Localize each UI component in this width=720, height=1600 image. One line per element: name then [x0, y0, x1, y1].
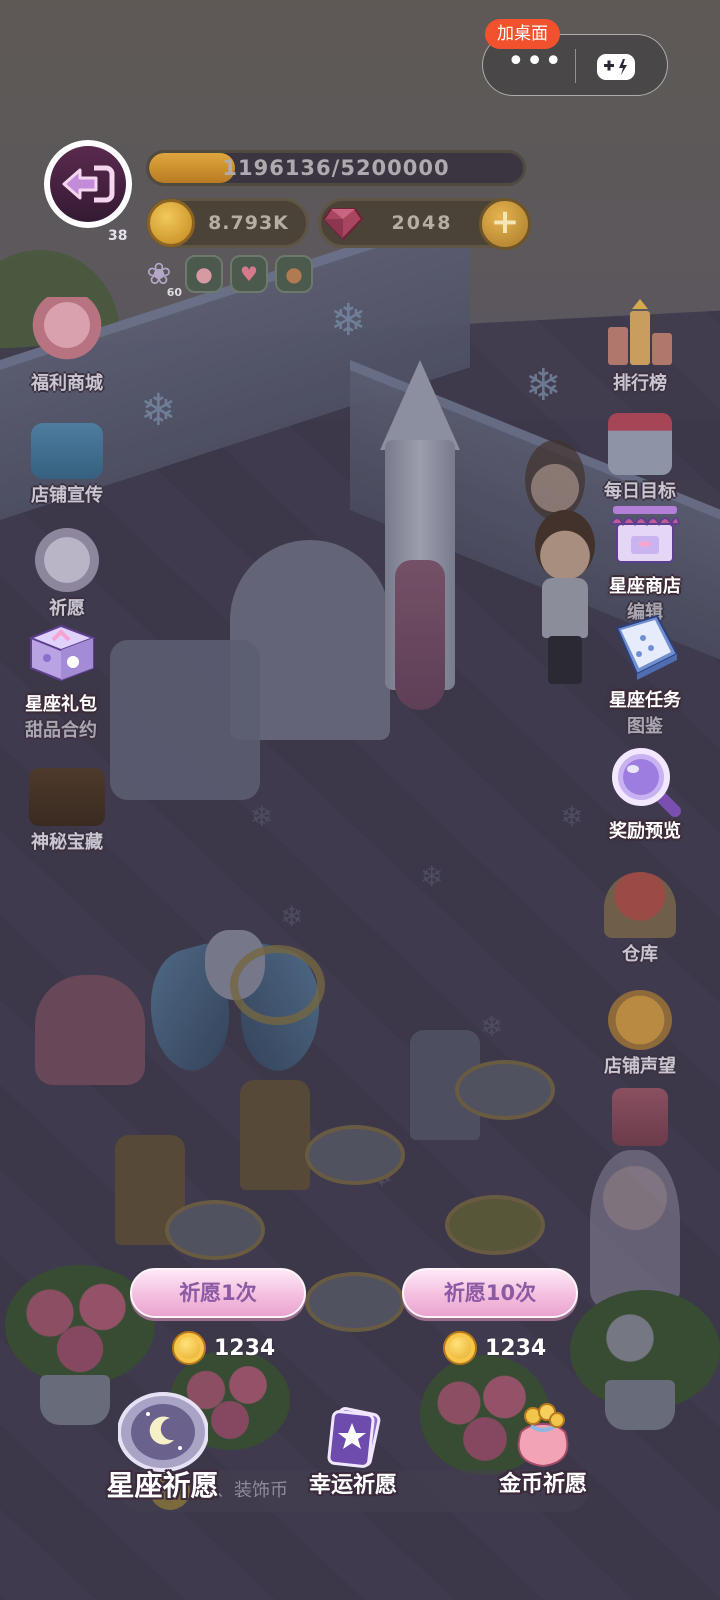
- constellation-orb-icon: [116, 1392, 209, 1472]
- coin-value: 8.793K: [208, 212, 289, 234]
- back-arrow-icon: [50, 146, 126, 222]
- constellation-task-button[interactable]: 星座任务 图鉴: [590, 614, 700, 738]
- lucky-wish-label: 幸运祈愿: [308, 1473, 397, 1498]
- buff-row: ❀ 60 ● ♥ ●: [140, 255, 313, 300]
- wish-label: 祈愿: [49, 598, 85, 619]
- constellation-shop-label: 星座商店: [609, 576, 681, 597]
- shop-reputation-button[interactable]: 店铺声望: [585, 990, 695, 1078]
- coin-wish-label: 金币祈愿: [498, 1472, 587, 1497]
- pig-buff-icon[interactable]: ●: [185, 255, 223, 293]
- leaderboard-button[interactable]: 排行榜: [585, 297, 695, 395]
- gift-ribbon-icon: [612, 1088, 668, 1146]
- add-to-desktop-button[interactable]: 加桌面: [485, 19, 560, 49]
- wish-ten-cost-value: 1234: [485, 1335, 547, 1361]
- player-level: 38: [108, 228, 128, 244]
- coin-bag-icon: [507, 1402, 579, 1470]
- wish-once-button[interactable]: 祈愿1次: [130, 1268, 306, 1318]
- wish-button[interactable]: 祈愿: [12, 528, 122, 620]
- warehouse-button[interactable]: 仓库: [585, 872, 695, 966]
- gift-shop-icon: [29, 297, 105, 367]
- shop-promo-label: 店铺宣传: [31, 485, 103, 506]
- constellation-wish-label: 星座祈愿: [106, 1469, 219, 1502]
- collection-label: 图鉴: [627, 716, 663, 737]
- reputation-icon: [608, 990, 672, 1050]
- capsule-divider: [575, 49, 576, 83]
- star-book-icon: [323, 1405, 383, 1469]
- bear-buff-icon[interactable]: ●: [275, 255, 313, 293]
- wish-ten-cost: 1234: [443, 1328, 546, 1368]
- constellation-pack-button[interactable]: 星座礼包 甜品合约: [6, 618, 116, 742]
- magnifier-icon: [607, 745, 683, 817]
- gem-value: 2048: [391, 212, 453, 234]
- calendar-icon: [608, 413, 672, 475]
- gift-box-icon: [23, 618, 99, 688]
- shop-promo-button[interactable]: 店铺宣传: [12, 413, 122, 507]
- daily-goal-button[interactable]: 每日目标: [585, 413, 695, 503]
- treasure-chest-icon: [29, 768, 105, 826]
- leaderboard-label: 排行榜: [613, 373, 667, 394]
- tab-lucky-wish[interactable]: 幸运祈愿: [300, 1405, 406, 1499]
- wish-icon: [35, 528, 99, 592]
- shop-reputation-label: 店铺声望: [604, 1056, 676, 1077]
- tab-constellation-wish[interactable]: 星座祈愿: [100, 1392, 225, 1504]
- dessert-contract-label: 甜品合约: [25, 720, 97, 741]
- constellation-shop-button[interactable]: 星座商店 编辑: [590, 500, 700, 624]
- wish-once-cost: 1234: [172, 1328, 275, 1368]
- experience-bar: 1196136/5200000: [146, 150, 526, 186]
- gem-counter: 2048 +: [318, 198, 531, 250]
- buff-count: 60: [166, 286, 182, 299]
- constellation-pack-label: 星座礼包: [25, 694, 97, 715]
- plus-icon[interactable]: +: [479, 198, 531, 250]
- shop-stall-icon: [607, 500, 683, 570]
- more-dots-icon[interactable]: •••: [507, 47, 562, 81]
- welfare-shop-label: 福利商城: [31, 373, 103, 394]
- heart-buff-icon[interactable]: ♥: [230, 255, 268, 293]
- coin-icon: [147, 199, 195, 247]
- wish-once-cost-value: 1234: [214, 1335, 276, 1361]
- wish-ten-button[interactable]: 祈愿10次: [402, 1268, 578, 1318]
- tab-coin-wish[interactable]: 金币祈愿: [488, 1402, 598, 1498]
- task-book-icon: [607, 614, 683, 684]
- trophy-icon: [602, 297, 678, 367]
- mystery-treasure-label: 神秘宝藏: [31, 832, 103, 853]
- camera-icon: [31, 423, 103, 479]
- back-button[interactable]: [44, 140, 132, 228]
- welfare-shop-button[interactable]: 福利商城: [12, 297, 122, 395]
- coin-icon: [172, 1331, 206, 1365]
- warehouse-label: 仓库: [622, 944, 658, 965]
- constellation-task-label: 星座任务: [609, 690, 681, 711]
- coin-counter: 8.793K: [146, 198, 309, 248]
- reward-preview-button[interactable]: 奖励预览: [590, 745, 700, 843]
- experience-text: 1196136/5200000: [222, 156, 450, 180]
- snowflake-buff-icon[interactable]: ❀ 60: [140, 255, 182, 300]
- warehouse-icon: [604, 872, 676, 938]
- gamepad-icon[interactable]: [596, 52, 636, 82]
- gem-icon: [322, 205, 364, 241]
- reward-preview-label: 奖励预览: [609, 821, 681, 842]
- coin-icon: [443, 1331, 477, 1365]
- mystery-treasure-button[interactable]: 神秘宝藏: [12, 762, 122, 854]
- gift-button[interactable]: [585, 1088, 695, 1146]
